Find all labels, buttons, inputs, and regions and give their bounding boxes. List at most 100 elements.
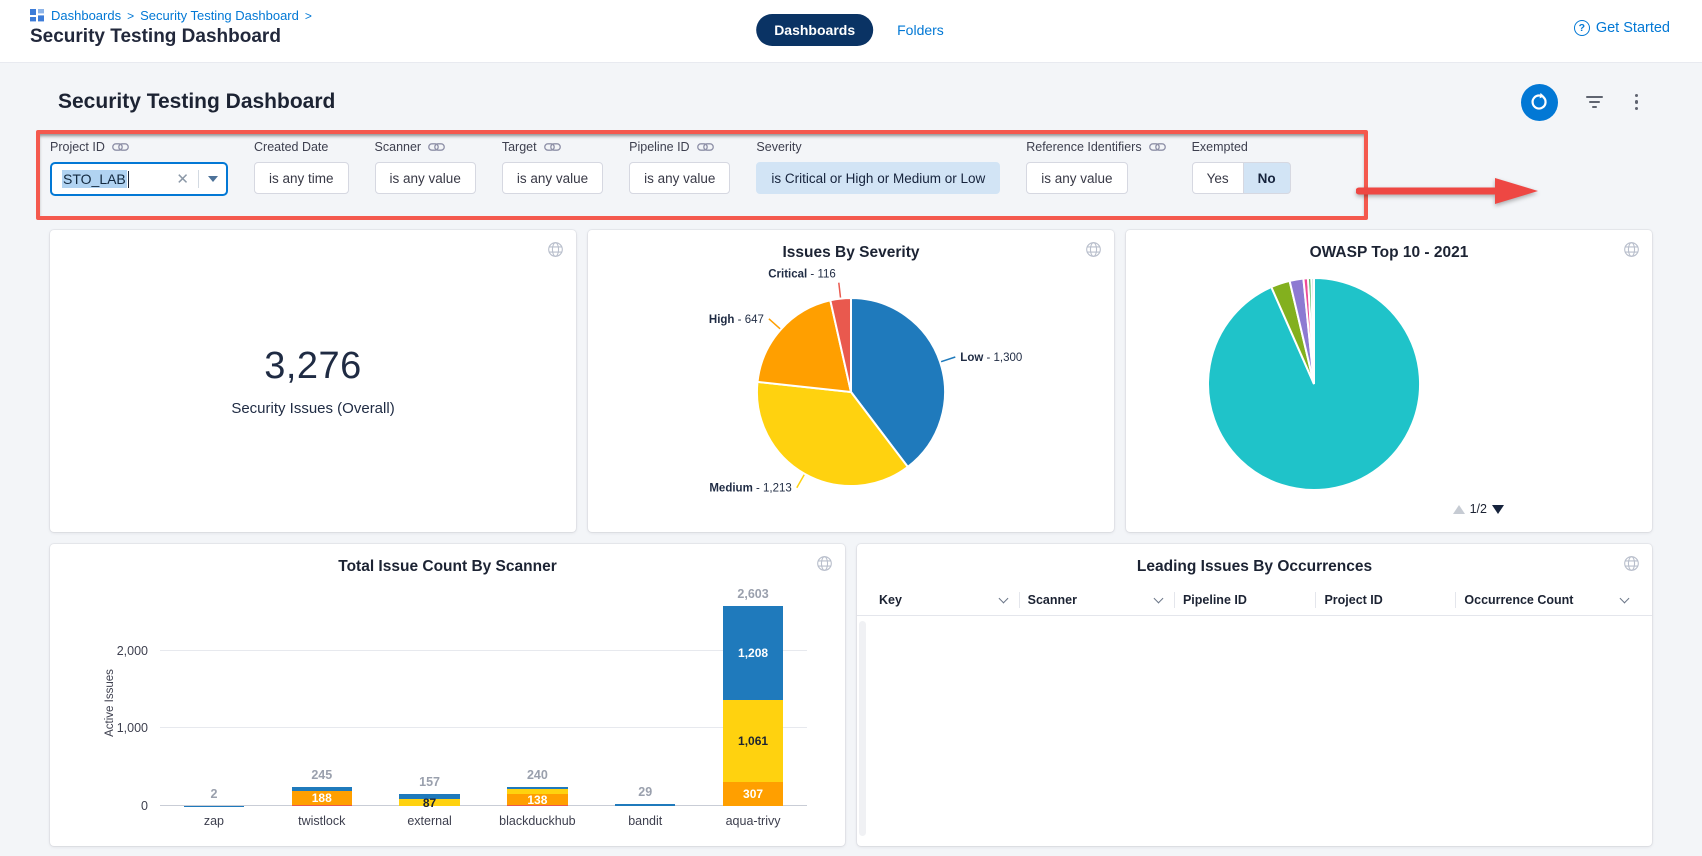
filter-label: Severity xyxy=(756,140,801,154)
bar-segment-value: 188 xyxy=(280,791,364,805)
occurrences-table-header: KeyScannerPipeline IDProject IDOccurrenc… xyxy=(857,584,1652,616)
pie-leader-line xyxy=(797,475,804,488)
exempted-no-button[interactable]: No xyxy=(1243,162,1291,194)
filter-pipeline-id: Pipeline IDis any value xyxy=(629,140,730,194)
bar-segment-value: 138 xyxy=(495,793,579,807)
bar-total-value: 240 xyxy=(477,768,597,782)
globe-icon xyxy=(1623,241,1640,258)
filter-value-target[interactable]: is any value xyxy=(502,162,603,194)
bar-column-aqua-trivy: 3071,0611,2082,603aqua-trivy xyxy=(699,600,807,806)
filter-project-id: Project ID STO_LAB✕ xyxy=(50,140,228,196)
bar-segment[interactable] xyxy=(615,804,675,806)
bar-column-blackduckhub: 138240blackduckhub xyxy=(483,600,591,806)
tile-owasp-top-10: OWASP Top 10 - 2021 1/2 xyxy=(1126,230,1652,532)
security-testing-dashboard-page: Dashboards > Security Testing Dashboard … xyxy=(0,0,1702,856)
tab-folders[interactable]: Folders xyxy=(895,14,946,46)
chart-title: Issues By Severity xyxy=(598,244,1104,262)
page-up-icon[interactable] xyxy=(1453,505,1465,514)
bar-total-value: 245 xyxy=(262,768,382,782)
y-tick: 1,000 xyxy=(88,721,148,735)
column-header-scanner[interactable]: Scanner xyxy=(1019,592,1174,608)
bar-segment-value: 1,061 xyxy=(711,734,795,748)
filter-bar: Project ID STO_LAB✕ Created Dateis any tim… xyxy=(50,140,1652,196)
bar-column-twistlock: 188245twistlock xyxy=(268,600,376,806)
filter-value-scanner[interactable]: is any value xyxy=(375,162,476,194)
pie-label-low: Low - 1,300 xyxy=(960,352,1022,364)
globe-icon xyxy=(1623,555,1640,572)
filter-value-reference-identifiers[interactable]: is any value xyxy=(1026,162,1127,194)
issues-by-severity-pie: Low - 1,300Medium - 1,213High - 647Criti… xyxy=(588,264,1114,532)
pie-label-critical: Critical - 116 xyxy=(768,269,836,281)
filter-label: Project ID xyxy=(50,140,105,154)
y-tick: 0 xyxy=(88,799,148,813)
chart-title: Leading Issues By Occurrences xyxy=(867,558,1642,576)
filter-icon[interactable] xyxy=(1582,92,1607,112)
chevron-down-icon[interactable] xyxy=(1620,593,1630,603)
stacked-bar-zap[interactable] xyxy=(184,600,244,806)
tab-dashboards[interactable]: Dashboards xyxy=(756,14,873,46)
filter-exempted: Exempted YesNo xyxy=(1192,140,1291,194)
stacked-bar-aqua-trivy[interactable]: 3071,0611,208 xyxy=(723,600,783,806)
filter-value-created-date[interactable]: is any time xyxy=(254,162,349,194)
get-started-link[interactable]: ? Get Started xyxy=(1574,20,1670,36)
bar-column-bandit: 29bandit xyxy=(591,600,699,806)
breadcrumb-separator: > xyxy=(305,9,312,23)
column-header-pipeline-id[interactable]: Pipeline ID xyxy=(1174,592,1315,608)
link-icon xyxy=(697,142,714,152)
filter-label: Exempted xyxy=(1192,140,1248,154)
bar-total-value: 29 xyxy=(585,785,705,799)
combobox-value[interactable]: STO_LAB xyxy=(62,170,167,188)
project-id-combobox[interactable]: STO_LAB✕ xyxy=(50,162,228,196)
pie-leader-line xyxy=(941,357,955,362)
link-icon xyxy=(112,142,129,152)
chevron-down-icon[interactable] xyxy=(1154,593,1164,603)
bar-segment[interactable] xyxy=(292,805,352,806)
page-indicator: 1/2 xyxy=(1470,502,1487,516)
occurrences-table-body xyxy=(857,617,1652,840)
column-header-occurrence-count[interactable]: Occurrence Count xyxy=(1455,592,1640,608)
breadcrumb: Dashboards > Security Testing Dashboard … xyxy=(30,8,312,23)
filter-value-severity[interactable]: is Critical or High or Medium or Low xyxy=(756,162,1000,194)
scanner-bar-chart: 01,0002,0002zap188245twistlock87157exter… xyxy=(50,584,845,846)
pie-leader-line xyxy=(839,283,841,298)
refresh-button[interactable] xyxy=(1521,84,1558,121)
bar-segment[interactable] xyxy=(507,787,567,788)
header-tabs: Dashboards Folders xyxy=(756,14,946,46)
text-cursor xyxy=(128,171,130,188)
filter-label: Scanner xyxy=(375,140,422,154)
filter-label: Target xyxy=(502,140,537,154)
filter-scanner: Scanner is any value xyxy=(375,140,476,194)
bar-column-external: 87157external xyxy=(376,600,484,806)
tile-total-issue-count-by-scanner: Total Issue Count By Scanner 01,0002,000… xyxy=(50,544,845,846)
app-header: Dashboards > Security Testing Dashboard … xyxy=(0,0,1702,62)
breadcrumb-dashboards[interactable]: Dashboards xyxy=(51,8,121,23)
column-header-key[interactable]: Key xyxy=(871,592,1019,608)
dropdown-caret-icon[interactable] xyxy=(208,176,218,182)
pie-leader-line xyxy=(769,319,780,329)
filter-created-date: Created Dateis any time xyxy=(254,140,349,194)
page-down-icon[interactable] xyxy=(1492,505,1504,514)
breadcrumb-separator: > xyxy=(127,9,134,23)
exempted-yes-button[interactable]: Yes xyxy=(1192,162,1244,194)
link-icon xyxy=(1149,142,1166,152)
clear-icon[interactable]: ✕ xyxy=(167,170,198,188)
kebab-menu-icon[interactable] xyxy=(1631,90,1643,115)
filter-value-pipeline-id[interactable]: is any value xyxy=(629,162,730,194)
window-title: Security Testing Dashboard xyxy=(30,26,312,48)
tile-leading-issues-by-occurrences: Leading Issues By Occurrences KeyScanner… xyxy=(857,544,1652,846)
stacked-bar-bandit[interactable] xyxy=(615,600,675,806)
chart-title: OWASP Top 10 - 2021 xyxy=(1136,244,1642,262)
x-axis-label: aqua-trivy xyxy=(685,814,821,828)
breadcrumb-current[interactable]: Security Testing Dashboard xyxy=(140,8,299,23)
overall-issue-count: 3,276 xyxy=(264,345,362,388)
refresh-icon xyxy=(1529,92,1549,112)
pie-label-high: High - 647 xyxy=(709,314,764,326)
bar-total-value: 2,603 xyxy=(693,587,813,601)
get-started-label: Get Started xyxy=(1596,20,1670,36)
filter-target: Target is any value xyxy=(502,140,603,194)
vertical-scrollbar[interactable] xyxy=(859,621,866,836)
chevron-down-icon[interactable] xyxy=(998,593,1008,603)
link-icon xyxy=(544,142,561,152)
bar-total-value: 157 xyxy=(370,775,490,789)
column-header-project-id[interactable]: Project ID xyxy=(1315,592,1455,608)
